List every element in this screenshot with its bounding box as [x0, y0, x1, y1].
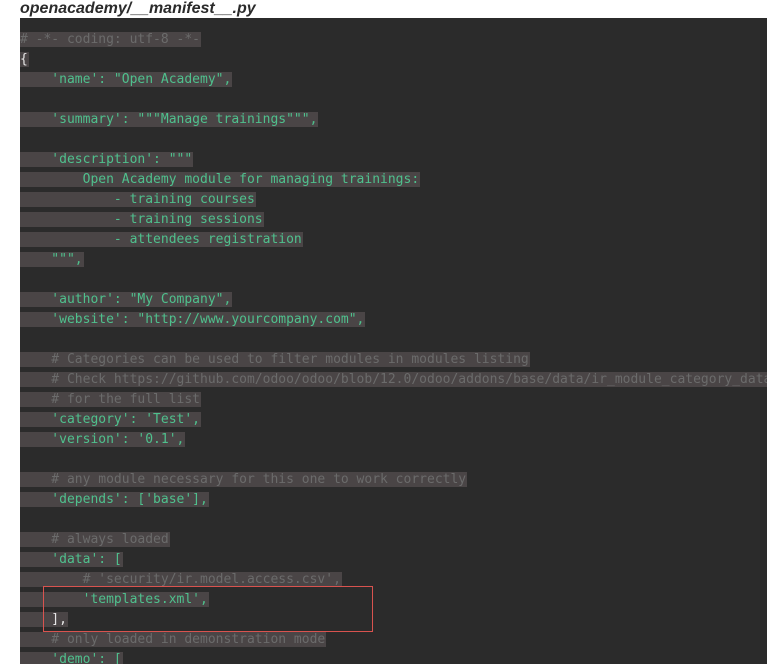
code-line: 'data': [ — [20, 550, 767, 570]
code-line-text: 'category': 'Test', — [20, 412, 202, 427]
code-line-text: # always loaded — [20, 532, 170, 547]
code-line: """, — [20, 250, 767, 270]
code-line: 'depends': ['base'], — [20, 490, 767, 510]
code-line-text: { — [20, 52, 29, 67]
code-line: 'summary': """Manage trainings""", — [20, 110, 767, 130]
code-line: - attendees registration — [20, 230, 767, 250]
code-line-text: ], — [20, 612, 68, 627]
code-line-text: # 'security/ir.model.access.csv', — [20, 572, 342, 587]
code-line-text: 'templates.xml', — [20, 592, 209, 607]
code-line: # only loaded in demonstration mode — [20, 630, 767, 650]
code-line: 'templates.xml', — [20, 590, 767, 610]
code-line-text: 'depends': ['base'], — [20, 492, 209, 507]
file-title: openacademy/__manifest__.py — [20, 0, 256, 17]
code-line: # any module necessary for this one to w… — [20, 470, 767, 490]
code-line-text: - training sessions — [20, 212, 264, 227]
code-line-text: 'summary': """Manage trainings""", — [20, 112, 319, 127]
code-line-text: 'author': "My Company", — [20, 292, 233, 307]
code-line: # Check https://github.com/odoo/odoo/blo… — [20, 370, 767, 390]
code-line-text: # Categories can be used to filter modul… — [20, 352, 530, 367]
code-line: - training sessions — [20, 210, 767, 230]
code-line-text: 'description': """ — [20, 152, 194, 167]
code-line: 'version': '0.1', — [20, 430, 767, 450]
code-line-text: 'name': "Open Academy", — [20, 72, 233, 87]
code-line-text: 'demo': [ — [20, 652, 123, 664]
code-line: Open Academy module for managing trainin… — [20, 170, 767, 190]
code-line: ], — [20, 610, 767, 630]
code-line-text: - attendees registration — [20, 232, 303, 247]
code-line: 'author': "My Company", — [20, 290, 767, 310]
code-line: # for the full list — [20, 390, 767, 410]
code-line: # Categories can be used to filter modul… — [20, 350, 767, 370]
code-line-text: 'website': "http://www.yourcompany.com", — [20, 312, 366, 327]
code-line: # 'security/ir.model.access.csv', — [20, 570, 767, 590]
code-line: 'category': 'Test', — [20, 410, 767, 430]
code-line-text: # any module necessary for this one to w… — [20, 472, 468, 487]
code-line: { — [20, 50, 767, 70]
code-line-text: # Check https://github.com/odoo/odoo/blo… — [20, 372, 767, 387]
code-line-text: # only loaded in demonstration mode — [20, 632, 327, 647]
code-line: 'demo': [ — [20, 650, 767, 664]
code-line: - training courses — [20, 190, 767, 210]
code-line-text: 'data': [ — [20, 552, 123, 567]
code-line: # -*- coding: utf-8 -*- — [20, 30, 767, 50]
code-line-text: 'version': '0.1', — [20, 432, 186, 447]
code-line-text: """, — [20, 252, 84, 267]
code-line-text: # for the full list — [20, 392, 202, 407]
code-block: # -*- coding: utf-8 -*- { 'name': "Open A… — [0, 18, 767, 664]
code-line-text: # -*- coding: utf-8 -*- — [20, 32, 202, 47]
code-line-text: - training courses — [20, 192, 256, 207]
code-line: 'description': """ — [20, 150, 767, 170]
code-lines: # -*- coding: utf-8 -*- { 'name': "Open A… — [20, 30, 767, 664]
code-line: 'website': "http://www.yourcompany.com", — [20, 310, 767, 330]
code-line-text: Open Academy module for managing trainin… — [20, 172, 421, 187]
code-line: 'name': "Open Academy", — [20, 70, 767, 90]
code-line: # always loaded — [20, 530, 767, 550]
